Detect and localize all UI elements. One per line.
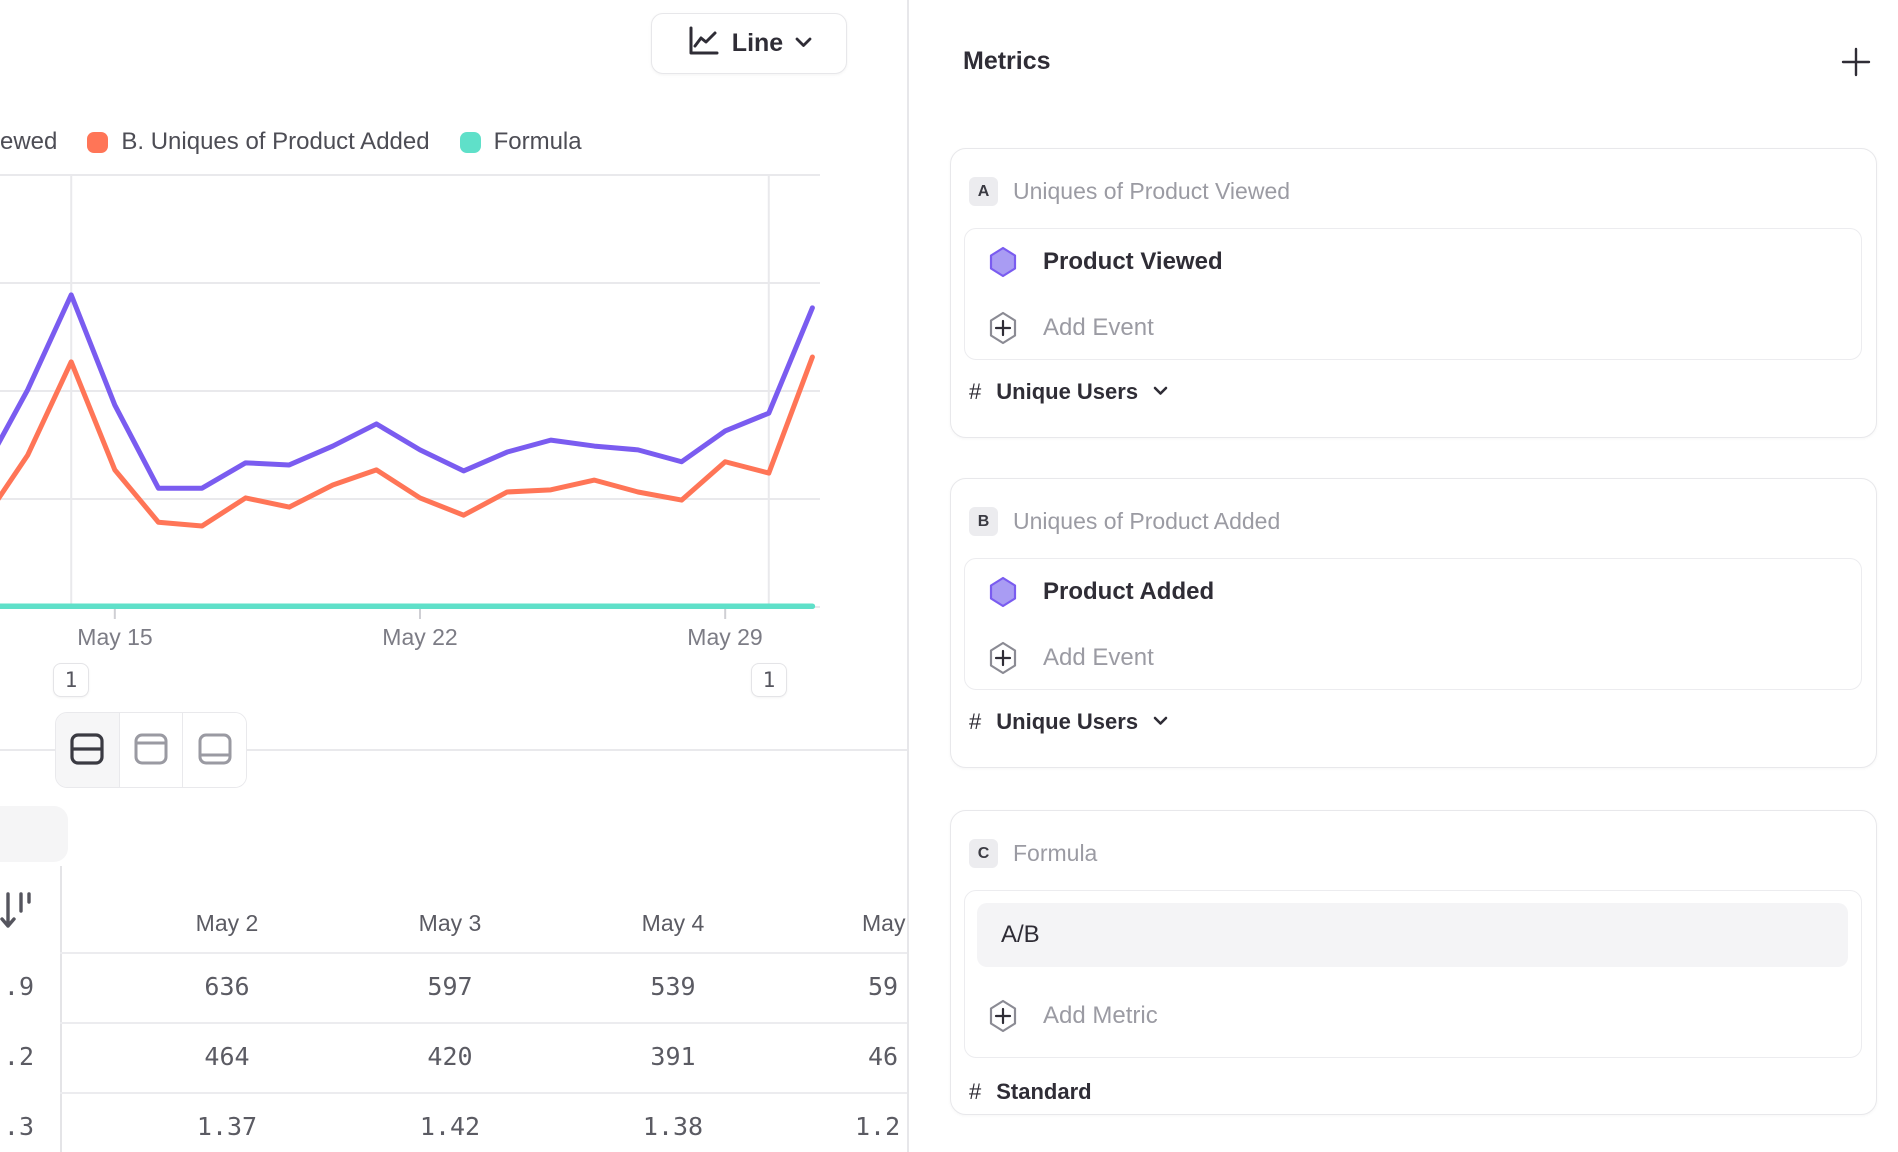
line-chart-canvas (0, 160, 908, 680)
hash-icon: # (969, 1079, 981, 1105)
panel-divider (907, 0, 909, 1152)
add-event-label: Add Event (1043, 314, 1154, 342)
chart-type-selector[interactable]: Line (651, 13, 847, 74)
table-cell: 464 (116, 1022, 338, 1092)
chevron-down-icon (795, 35, 812, 53)
table-cell: 420 (339, 1022, 561, 1092)
chart-type-label: Line (732, 29, 783, 58)
metric-letter-badge: C (969, 839, 998, 868)
table-cell: 597 (339, 952, 561, 1022)
annotation-badge-2[interactable]: 1 (751, 663, 787, 697)
x-axis-label-may29: May 29 (665, 624, 785, 654)
metric-letter-badge: B (969, 507, 998, 536)
chevron-down-icon (1153, 383, 1168, 401)
table-header-clipped[interactable]: May (862, 903, 922, 943)
sort-descending-icon[interactable] (0, 890, 34, 937)
chart-view-button[interactable] (120, 713, 184, 787)
chart-legend: ewed B. Uniques of Product Added Formula (0, 126, 582, 158)
table-cell-fragment: 1.2 (855, 1092, 935, 1152)
table-header-may3[interactable]: May 3 (339, 903, 561, 943)
chart-view-icon (132, 731, 170, 770)
add-metric-hexagon-plus-icon (987, 999, 1019, 1033)
formula-block: A/B Add Metric (964, 890, 1862, 1058)
event-list: Product Added Add Event (964, 558, 1862, 690)
table-cell-fragment: .3 (0, 1092, 34, 1152)
legend-item-a-truncated[interactable]: ewed (0, 128, 57, 156)
add-metric-row[interactable]: Add Metric (965, 983, 1861, 1049)
table-header-may2[interactable]: May 2 (116, 903, 338, 943)
legend-swatch-orange (87, 132, 108, 153)
metric-card-c: C Formula A/B Add Metric # Standard (950, 810, 1877, 1115)
table-column-divider (60, 866, 62, 1152)
add-event-row[interactable]: Add Event (965, 625, 1861, 691)
event-name: Product Viewed (1043, 248, 1223, 276)
table-cell: 1.42 (339, 1092, 561, 1152)
table-corner-tab[interactable] (0, 806, 68, 862)
view-layout-toggle (55, 712, 247, 788)
add-event-row[interactable]: Add Event (965, 295, 1861, 361)
event-list: Product Viewed Add Event (964, 228, 1862, 360)
hash-icon: # (969, 379, 981, 405)
insights-report-screen: Line ewed B. Uniques of Product Added Fo… (0, 0, 1898, 1152)
measurement-selector[interactable]: # Unique Users (969, 709, 1168, 735)
split-view-icon (68, 731, 106, 770)
x-axis-label-may15: May 15 (55, 624, 175, 654)
event-row-product-viewed[interactable]: Product Viewed (965, 229, 1861, 295)
legend-item-b[interactable]: B. Uniques of Product Added (87, 128, 429, 156)
metric-card-title: Formula (1013, 839, 1097, 868)
table-cell: 636 (116, 952, 338, 1022)
measurement-selector[interactable]: # Unique Users (969, 379, 1168, 405)
legend-swatch-teal (460, 132, 481, 153)
event-hexagon-icon (987, 246, 1019, 278)
metric-card-b: B Uniques of Product Added Product Added… (950, 478, 1877, 768)
add-event-hexagon-plus-icon (987, 311, 1019, 345)
split-view-button[interactable] (56, 713, 120, 787)
add-event-hexagon-plus-icon (987, 641, 1019, 675)
add-event-label: Add Event (1043, 644, 1154, 672)
add-metric-plus-button[interactable] (1838, 45, 1874, 81)
metric-card-title: Uniques of Product Viewed (1013, 177, 1290, 206)
table-cell: 1.37 (116, 1092, 338, 1152)
table-cell: 1.38 (562, 1092, 784, 1152)
x-axis-label-may22: May 22 (360, 624, 480, 654)
annotation-badge-1[interactable]: 1 (53, 663, 89, 697)
table-view-icon (196, 731, 234, 770)
measurement-selector[interactable]: # Standard (969, 1079, 1092, 1105)
line-chart-icon (686, 26, 720, 61)
event-row-product-added[interactable]: Product Added (965, 559, 1861, 625)
metrics-panel-title: Metrics (963, 47, 1051, 76)
metric-letter-badge: A (969, 177, 998, 206)
table-view-button[interactable] (183, 713, 246, 787)
formula-input[interactable]: A/B (977, 903, 1848, 967)
chevron-down-icon (1153, 713, 1168, 731)
table-cell-fragment: .9 (0, 952, 34, 1022)
event-name: Product Added (1043, 578, 1214, 606)
add-metric-label: Add Metric (1043, 1002, 1158, 1030)
table-cell: 539 (562, 952, 784, 1022)
table-cell: 391 (562, 1022, 784, 1092)
table-cell-fragment: .2 (0, 1022, 34, 1092)
metric-card-a: A Uniques of Product Viewed Product View… (950, 148, 1877, 438)
hash-icon: # (969, 709, 981, 735)
table-header-may4[interactable]: May 4 (562, 903, 784, 943)
metric-card-title: Uniques of Product Added (1013, 507, 1280, 536)
formula-text: A/B (1001, 921, 1040, 949)
legend-item-formula[interactable]: Formula (460, 128, 582, 156)
plus-icon (1840, 66, 1872, 81)
event-hexagon-icon (987, 576, 1019, 608)
